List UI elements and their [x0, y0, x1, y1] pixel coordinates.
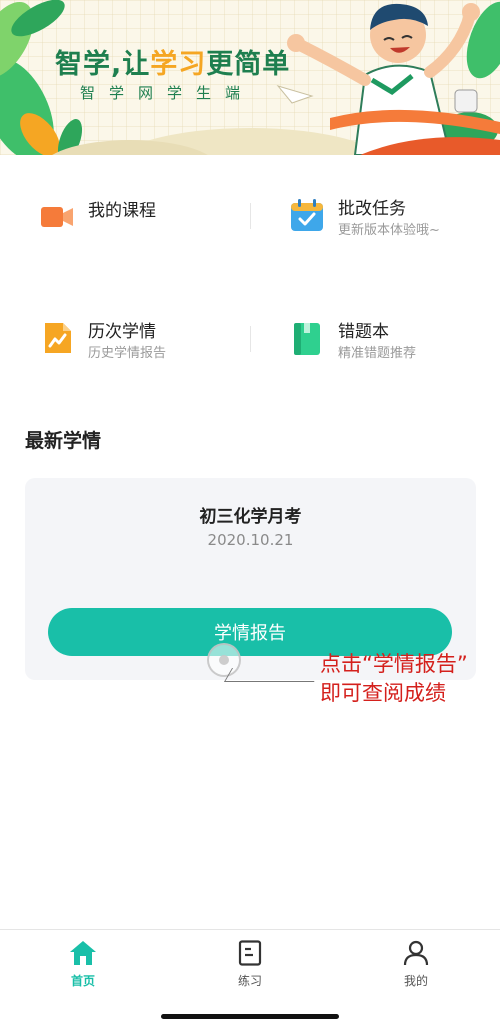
tab-practice[interactable]: 练习: [210, 940, 290, 989]
hint-line-2: 即可查阅成绩: [320, 681, 446, 705]
tab-home-label: 首页: [70, 974, 95, 988]
menu-divider: [250, 203, 251, 229]
tab-me-label: 我的: [403, 974, 428, 988]
hint-annotation: 点击“学情报告” 即可查阅成绩: [320, 650, 468, 708]
banner-title-part2: 更简单: [206, 49, 291, 80]
menu-mistake-book-title: 错题本: [338, 322, 389, 342]
menu-mistake-book[interactable]: 错题本 精准错题推荐: [290, 321, 416, 363]
notebook-icon: [290, 321, 324, 355]
menu-history-reports-title: 历次学情: [88, 322, 156, 342]
menu-grading-tasks-title: 批改任务: [338, 199, 406, 219]
hint-pointer-line: [223, 668, 323, 682]
menu-my-courses[interactable]: 我的课程: [40, 200, 156, 234]
menu-grading-tasks[interactable]: 批改任务 更新版本体验哦~: [290, 198, 440, 240]
person-icon: [403, 940, 429, 966]
menu-mistake-book-subtitle: 精准错题推荐: [338, 346, 417, 361]
menu-history-reports[interactable]: 历次学情 历史学情报告: [40, 321, 166, 363]
menu-my-courses-title: 我的课程: [88, 201, 156, 221]
tab-home[interactable]: 首页: [43, 940, 123, 989]
banner-subtitle: 智学网学生端: [80, 84, 255, 102]
banner-title-part1: 智学,让: [55, 49, 151, 80]
home-indicator: [161, 1014, 339, 1019]
exam-name: 初三化学月考: [199, 507, 302, 527]
exam-date: 2020.10.21: [207, 531, 294, 549]
menu-grading-tasks-subtitle: 更新版本体验哦~: [338, 223, 440, 238]
banner-title-accent: 学习: [150, 49, 207, 80]
document-icon: [238, 940, 262, 966]
home-icon: [70, 941, 96, 965]
tab-me[interactable]: 我的: [376, 940, 456, 989]
banner-title: 智学,让学习更简单: [55, 42, 290, 81]
hint-line-1: 点击“学情报告”: [320, 652, 468, 676]
menu-divider: [250, 326, 251, 352]
video-camera-icon: [40, 200, 74, 234]
trend-chart-icon: [40, 321, 74, 355]
menu-history-reports-subtitle: 历史学情报告: [88, 346, 167, 361]
report-button[interactable]: 学情报告: [48, 608, 452, 656]
latest-section-title: 最新学情: [25, 430, 102, 452]
tab-practice-label: 练习: [237, 974, 262, 988]
header-banner: 智学,让学习更简单 智学网学生端: [0, 0, 500, 155]
calendar-check-icon: [290, 198, 324, 232]
